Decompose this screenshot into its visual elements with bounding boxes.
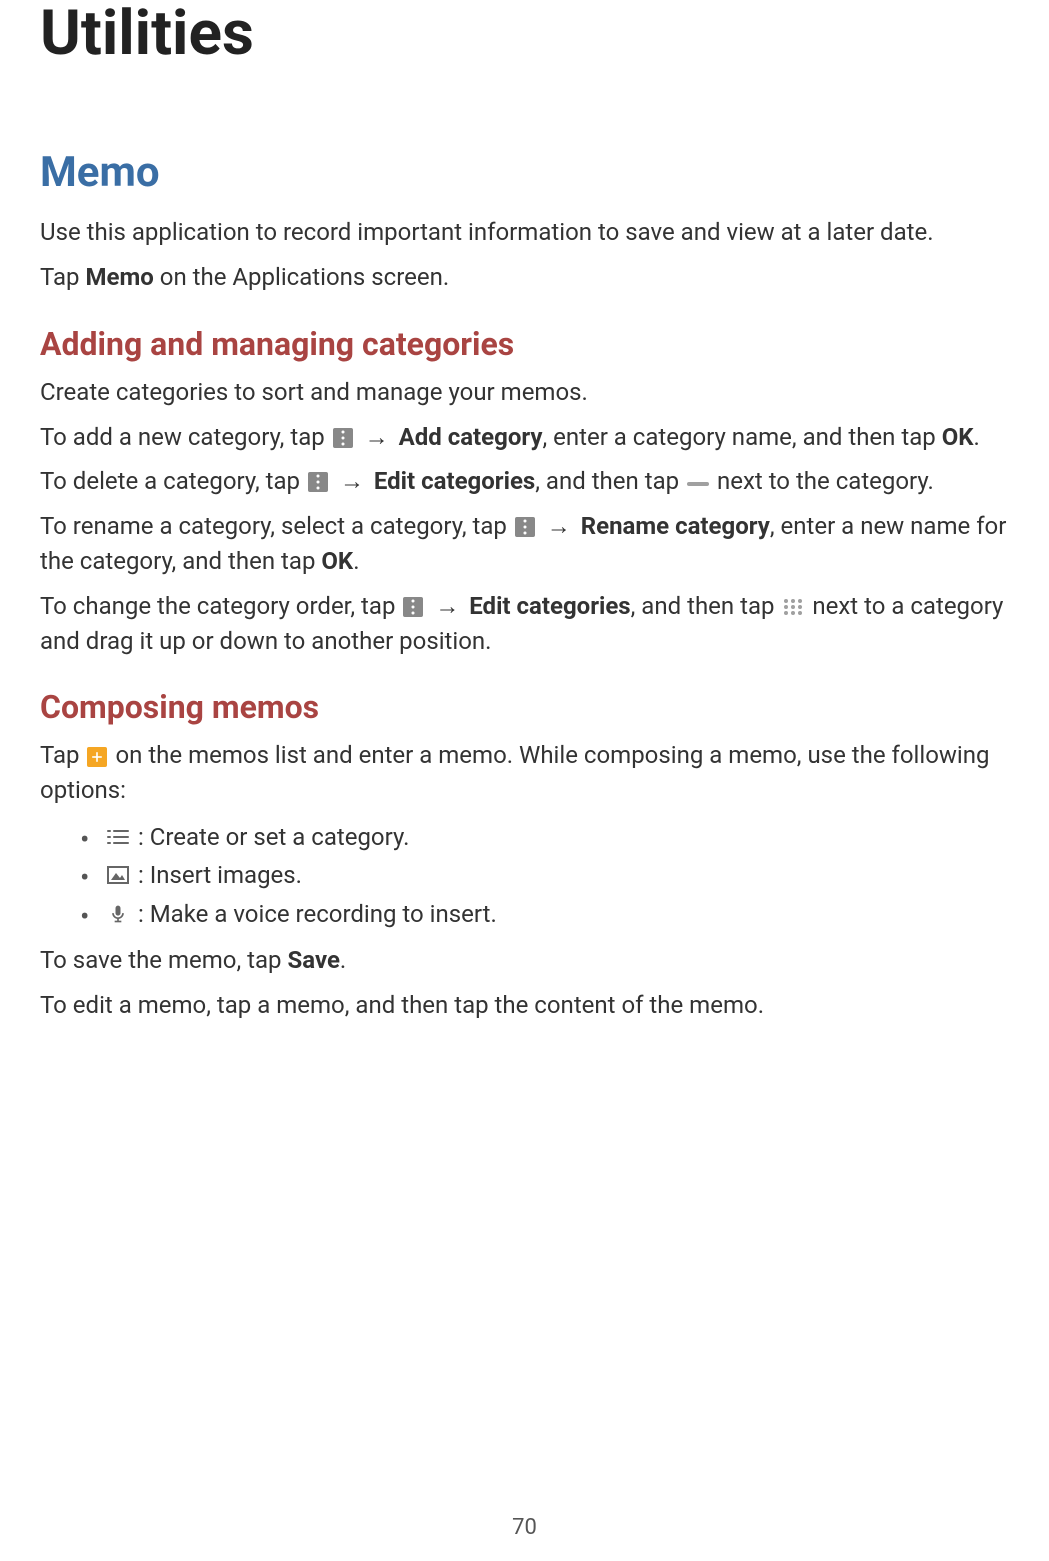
categories-delete-line: To delete a category, tap → Edit categor…: [40, 464, 1009, 499]
add-suffix: .: [974, 423, 980, 451]
delete-bold1: Edit categories: [374, 467, 535, 495]
edit-line: To edit a memo, tap a memo, and then tap…: [40, 988, 1009, 1023]
reorder-bold1: Edit categories: [469, 592, 630, 620]
add-bold1: Add category: [399, 423, 543, 451]
composing-heading: Composing memos: [40, 688, 1009, 726]
delete-suffix: next to the category.: [711, 467, 934, 495]
bullet-voice-text: : Make a voice recording to insert.: [132, 900, 497, 928]
bullet-voice: : Make a voice recording to insert.: [80, 895, 1009, 933]
bullet-images-text: : Insert images.: [132, 861, 302, 889]
list-icon: [106, 827, 130, 847]
categories-intro: Create categories to sort and manage you…: [40, 375, 1009, 410]
arrow-icon: →: [541, 512, 577, 540]
plus-icon: [87, 747, 107, 767]
add-mid: , enter a category name, and then tap: [542, 423, 941, 451]
rename-bold2: OK: [321, 547, 353, 575]
bullet-images: : Insert images.: [80, 856, 1009, 894]
categories-heading: Adding and managing categories: [40, 325, 1009, 363]
memo-tap-suffix: on the Applications screen.: [154, 263, 449, 291]
more-options-icon: [403, 597, 423, 617]
minus-icon: [687, 477, 709, 491]
categories-add-line: To add a new category, tap → Add categor…: [40, 420, 1009, 455]
arrow-icon: →: [359, 423, 395, 451]
more-options-icon: [515, 517, 535, 537]
image-icon: [106, 865, 130, 885]
memo-tap-bold: Memo: [85, 263, 153, 291]
page-container: Utilities Memo Use this application to r…: [0, 0, 1049, 1560]
composing-intro-suffix: on the memos list and enter a memo. Whil…: [40, 741, 990, 804]
rename-suffix: .: [353, 547, 359, 575]
add-prefix: To add a new category, tap: [40, 423, 331, 451]
save-suffix: .: [340, 946, 346, 974]
delete-prefix: To delete a category, tap: [40, 467, 306, 495]
memo-tap-line: Tap Memo on the Applications screen.: [40, 260, 1009, 295]
more-options-icon: [308, 472, 328, 492]
rename-bold1: Rename category: [581, 512, 770, 540]
delete-mid: , and then tap: [535, 467, 685, 495]
save-prefix: To save the memo, tap: [40, 946, 288, 974]
more-options-icon: [333, 428, 353, 448]
memo-tap-prefix: Tap: [40, 263, 85, 291]
section-memo-heading: Memo: [40, 148, 1009, 197]
reorder-prefix: To change the category order, tap: [40, 592, 401, 620]
page-title: Utilities: [40, 0, 1009, 68]
arrow-icon: →: [429, 592, 465, 620]
page-number: 70: [0, 1515, 1049, 1540]
arrow-icon: →: [334, 467, 370, 495]
memo-intro: Use this application to record important…: [40, 215, 1009, 250]
composing-intro: Tap on the memos list and enter a memo. …: [40, 738, 1009, 808]
add-bold2: OK: [942, 423, 974, 451]
bullet-category: : Create or set a category.: [80, 818, 1009, 856]
save-bold: Save: [288, 946, 340, 974]
bullet-category-text: : Create or set a category.: [132, 823, 409, 851]
mic-icon: [106, 904, 130, 924]
composing-bullets: : Create or set a category. : Insert ima…: [40, 818, 1009, 933]
categories-rename-line: To rename a category, select a category,…: [40, 509, 1009, 579]
save-line: To save the memo, tap Save.: [40, 943, 1009, 978]
drag-handle-icon: [782, 598, 804, 616]
composing-intro-prefix: Tap: [40, 741, 85, 769]
categories-reorder-line: To change the category order, tap → Edit…: [40, 589, 1009, 659]
reorder-mid: , and then tap: [631, 592, 781, 620]
rename-prefix: To rename a category, select a category,…: [40, 512, 513, 540]
